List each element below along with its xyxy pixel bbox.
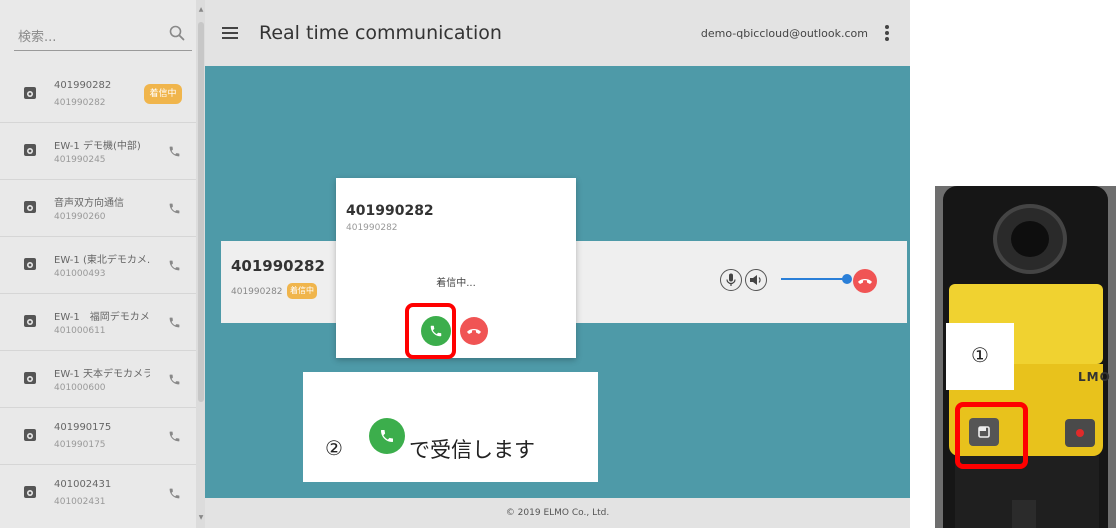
phone-icon[interactable]	[168, 145, 181, 158]
search-icon[interactable]	[168, 24, 186, 42]
device-name: EW-1 天本デモカメラ	[54, 369, 150, 380]
step-label: ①	[971, 343, 989, 367]
device-name: 401002431	[54, 479, 112, 490]
incoming-badge: 着信中	[287, 283, 317, 299]
menu-icon[interactable]	[222, 26, 238, 40]
search-input[interactable]: 検索...	[14, 20, 192, 51]
dialog-device-name: 401990282	[346, 203, 434, 219]
camera-icon	[24, 144, 36, 156]
top-bar: Real time communication demo-qbiccloud@o…	[205, 0, 910, 66]
device-id: 401000493	[54, 269, 106, 279]
hangup-icon	[858, 279, 872, 284]
call-device-id: 401990282	[231, 287, 283, 297]
camera-icon	[24, 201, 36, 213]
camera-lens-icon	[993, 204, 1067, 274]
search-placeholder: 検索...	[18, 30, 57, 45]
phone-icon[interactable]	[168, 202, 181, 215]
device-list-item[interactable]: 音声双方向通信 401990260	[0, 179, 196, 236]
scroll-down-arrow-icon[interactable]: ▼	[198, 514, 204, 522]
device-name: EW-1 (東北デモカメ…	[54, 255, 150, 266]
device-id: 401990245	[54, 155, 106, 165]
more-vert-icon[interactable]	[884, 24, 890, 42]
device-name: EW-1 デモ機(中部)	[54, 141, 141, 152]
dialog-status: 着信中...	[436, 278, 476, 289]
volume-button[interactable]	[745, 269, 767, 291]
call-device-name: 401990282	[231, 257, 325, 275]
volume-icon	[750, 275, 761, 285]
hangup-icon	[467, 329, 481, 334]
instruction-callout: ② で受信します	[303, 372, 598, 482]
device-list: 401990282 401990282 着信中 EW-1 デモ機(中部) 401…	[0, 66, 196, 521]
camera-icon	[24, 372, 36, 384]
sidebar: 検索... 401990282 401990282 着信中 EW-1 デモ機(中…	[0, 0, 196, 528]
device-button-highlight	[955, 402, 1028, 469]
user-email[interactable]: demo-qbiccloud@outlook.com	[701, 27, 868, 40]
sidebar-scrollbar-thumb[interactable]	[198, 22, 204, 402]
device-name: 401990175	[54, 422, 112, 433]
device-list-item[interactable]: EW-1 (東北デモカメ… 401000493	[0, 236, 196, 293]
device-list-item[interactable]: 401990175 401990175	[0, 407, 196, 464]
instruction-text: で受信します	[409, 438, 535, 462]
device-record-button	[1065, 419, 1095, 447]
device-id: 401000600	[54, 383, 106, 393]
camera-icon	[24, 87, 36, 99]
device-list-item[interactable]: EW-1 デモ機(中部) 401990245	[0, 122, 196, 179]
device-id: 401000611	[54, 326, 106, 336]
dialog-device-id: 401990282	[346, 223, 398, 233]
step-label-box: ①	[946, 323, 1014, 390]
incoming-call-dialog: 401990282 401990282 着信中...	[336, 178, 576, 359]
device-name: EW-1 福岡デモカメ…	[54, 312, 150, 323]
device-mount	[1012, 500, 1036, 528]
device-list-item[interactable]: 401002431 401002431	[0, 464, 196, 521]
device-name: 音声双方向通信	[54, 198, 124, 209]
camera-icon	[24, 258, 36, 270]
phone-icon[interactable]	[168, 259, 181, 272]
accept-button-highlight	[405, 303, 456, 359]
phone-icon[interactable]	[168, 373, 181, 386]
device-id: 401990260	[54, 212, 106, 222]
camera-icon	[24, 486, 36, 498]
camera-icon	[24, 429, 36, 441]
mic-button[interactable]	[720, 269, 742, 291]
incoming-badge: 着信中	[144, 84, 182, 104]
volume-slider-knob[interactable]	[842, 274, 853, 284]
device-list-item[interactable]: 401990282 401990282 着信中	[0, 66, 196, 122]
phone-icon[interactable]	[168, 316, 181, 329]
hangup-button[interactable]	[853, 269, 877, 293]
record-led-icon	[1076, 429, 1084, 437]
device-logo: LMO	[1078, 370, 1111, 384]
phone-icon[interactable]	[168, 487, 181, 500]
phone-icon[interactable]	[168, 430, 181, 443]
device-list-item[interactable]: EW-1 福岡デモカメ… 401000611	[0, 293, 196, 350]
phone-icon	[369, 418, 405, 454]
camera-icon	[24, 315, 36, 327]
step-number: ②	[325, 436, 343, 460]
mic-icon	[726, 273, 736, 286]
footer: © 2019 ELMO Co., Ltd.	[205, 498, 910, 528]
volume-slider[interactable]	[781, 272, 859, 286]
page-title: Real time communication	[259, 22, 502, 44]
scroll-up-arrow-icon[interactable]: ▲	[198, 6, 204, 14]
decline-call-button[interactable]	[460, 317, 488, 345]
device-id: 401002431	[54, 497, 106, 507]
device-id: 401990175	[54, 440, 106, 450]
device-id: 401990282	[54, 98, 106, 108]
device-name: 401990282	[54, 80, 112, 91]
camera-lens-inner	[1011, 221, 1049, 257]
device-list-item[interactable]: EW-1 天本デモカメラ 401000600	[0, 350, 196, 407]
volume-slider-track	[781, 278, 848, 280]
